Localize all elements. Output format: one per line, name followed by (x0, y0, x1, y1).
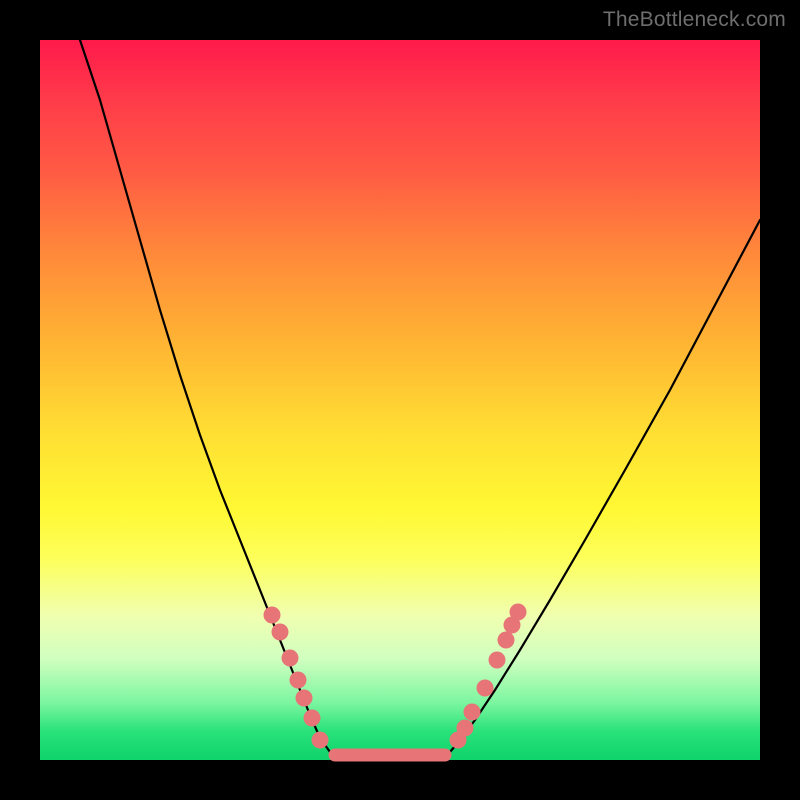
curve-right (450, 220, 760, 752)
data-dot (264, 607, 281, 624)
data-dot (457, 720, 474, 737)
data-dot (498, 632, 515, 649)
dots-right-group (450, 604, 527, 749)
data-dot (510, 604, 527, 621)
data-dot (464, 704, 481, 721)
data-dot (477, 680, 494, 697)
data-dot (290, 672, 307, 689)
data-dot (489, 652, 506, 669)
outer-frame: TheBottleneck.com (0, 0, 800, 800)
data-dot (272, 624, 289, 641)
curve-left (80, 40, 330, 752)
plot-area (40, 40, 760, 760)
dots-left-group (264, 607, 329, 749)
chart-overlay (40, 40, 760, 760)
data-dot (304, 710, 321, 727)
data-dot (296, 690, 313, 707)
watermark-text: TheBottleneck.com (603, 8, 786, 32)
data-dot (282, 650, 299, 667)
data-dot (312, 732, 329, 749)
